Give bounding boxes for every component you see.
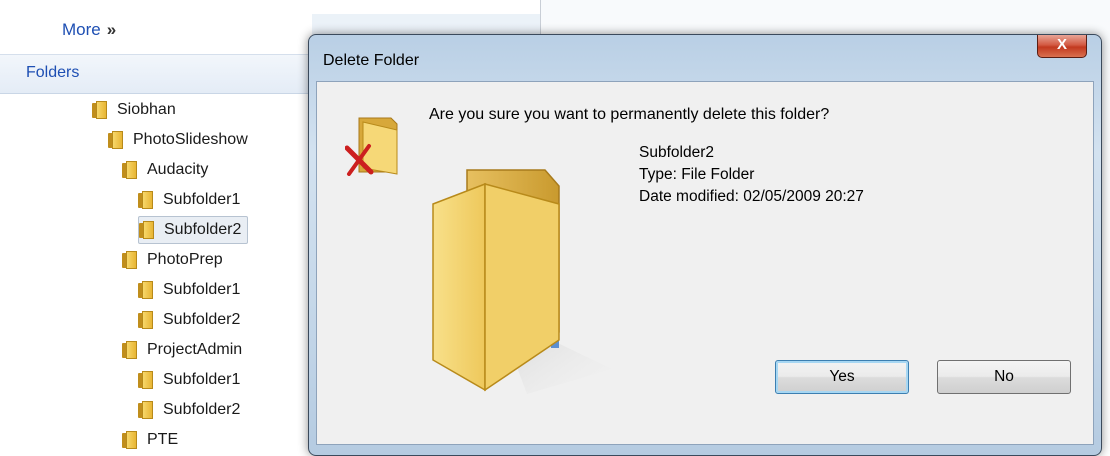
yes-button[interactable]: Yes bbox=[775, 360, 909, 394]
tree-item-label: Subfolder1 bbox=[163, 191, 241, 208]
tree-item[interactable]: Subfolder2 bbox=[138, 216, 249, 244]
tree-item[interactable]: Subfolder2 bbox=[138, 396, 240, 424]
tree-item[interactable]: PhotoPrep bbox=[122, 246, 223, 274]
folder-icon bbox=[138, 371, 154, 389]
folder-date-modified: Date modified: 02/05/2009 20:27 bbox=[639, 188, 864, 205]
folder-icon bbox=[122, 251, 138, 269]
folder-icon bbox=[122, 431, 138, 449]
delete-folder-dialog: Delete Folder X Are you sure you want to… bbox=[308, 34, 1102, 456]
folder-name: Subfolder2 bbox=[639, 144, 714, 161]
tree-item-label: Subfolder1 bbox=[163, 371, 241, 388]
close-button[interactable]: X bbox=[1037, 35, 1087, 58]
tree-item[interactable]: Siobhan bbox=[92, 96, 176, 124]
tree-item-label: Subfolder2 bbox=[163, 311, 241, 328]
folder-icon bbox=[122, 161, 138, 179]
folder-icon bbox=[138, 401, 154, 419]
dialog-title: Delete Folder bbox=[323, 52, 420, 69]
folder-icon bbox=[92, 101, 108, 119]
tree-item[interactable]: Subfolder1 bbox=[138, 366, 240, 394]
tree-item-label: Audacity bbox=[147, 161, 209, 178]
navigation-pane: More » Folders Siobhan PhotoSlideshow Audac… bbox=[0, 0, 312, 454]
tree-item[interactable]: PhotoSlideshow bbox=[108, 126, 248, 154]
folder-type: Type: File Folder bbox=[639, 166, 755, 183]
folders-header[interactable]: Folders bbox=[0, 54, 312, 94]
tree-item[interactable]: Subfolder2 bbox=[138, 306, 240, 334]
tree-item[interactable]: PTE bbox=[122, 426, 178, 454]
tree-item-label: Subfolder2 bbox=[164, 221, 242, 238]
double-chevron-icon[interactable]: » bbox=[107, 20, 116, 39]
tree-item-label: ProjectAdmin bbox=[147, 341, 243, 358]
tree-item[interactable]: Audacity bbox=[122, 156, 208, 184]
tree-item[interactable]: Subfolder1 bbox=[138, 186, 240, 214]
more-label[interactable]: More bbox=[62, 20, 101, 39]
folders-label: Folders bbox=[26, 64, 80, 81]
open-folder-icon bbox=[432, 169, 612, 394]
folder-icon bbox=[138, 281, 154, 299]
tree-item-label: Subfolder2 bbox=[163, 401, 241, 418]
confirmation-question: Are you sure you want to permanently del… bbox=[429, 106, 830, 123]
folder-icon bbox=[138, 191, 154, 209]
folder-icon bbox=[138, 311, 154, 329]
tree-item[interactable]: Subfolder1 bbox=[138, 276, 240, 304]
dialog-content: Are you sure you want to permanently del… bbox=[316, 81, 1094, 445]
more-link[interactable]: More » bbox=[62, 20, 116, 40]
tree-item-label: PhotoPrep bbox=[147, 251, 223, 268]
tree-item-label: PhotoSlideshow bbox=[133, 131, 248, 148]
tree-item-label: Siobhan bbox=[117, 101, 176, 118]
tree-item[interactable]: ProjectAdmin bbox=[122, 336, 242, 364]
tree-item-label: Subfolder1 bbox=[163, 281, 241, 298]
tree-item-label: PTE bbox=[147, 431, 179, 448]
folder-icon bbox=[139, 221, 155, 239]
no-button[interactable]: No bbox=[937, 360, 1071, 394]
folder-delete-icon bbox=[345, 117, 398, 176]
folder-icon bbox=[108, 131, 124, 149]
folder-icon bbox=[122, 341, 138, 359]
